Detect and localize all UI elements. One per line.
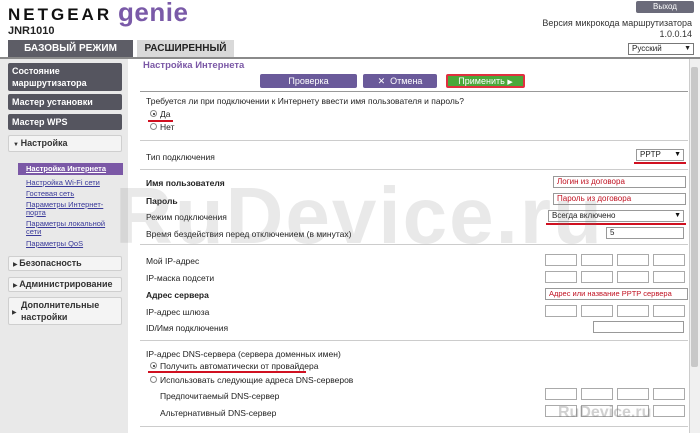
cancel-label: Отмена [390,76,423,86]
no-label: Нет [160,122,175,132]
ip-octet-input[interactable] [653,254,685,266]
server-address-input[interactable]: Адрес или название PPTP сервера [545,288,688,300]
subnet-octet-input[interactable] [617,271,649,283]
dns-auto-label: Получить автоматически от провайдера [160,361,319,371]
triangle-right-icon: ▶ [12,310,17,316]
sidebar-subitem-internet[interactable]: Настройка Интернета [18,163,123,175]
sidebar-item-status[interactable]: Состояние маршрутизатора [8,63,122,91]
radio-dns-manual[interactable] [150,376,157,383]
sidebar-item-administration[interactable]: ▶ Администрирование [8,277,122,292]
radio-no[interactable] [150,123,157,130]
sidebar-subitem-guest[interactable]: Гостевая сеть [26,190,74,198]
divider [140,340,688,341]
dns-secondary-octet-input[interactable] [653,405,685,417]
close-icon: ✕ [377,76,386,86]
sidebar-subitem-wifi[interactable]: Настройка Wi-Fi сети [26,179,100,187]
sidebar-item-label: Безопасность [19,258,82,268]
sidebar-item-wps-wizard[interactable]: Мастер WPS [8,114,122,130]
subnet-octet-input[interactable] [581,271,613,283]
sidebar-item-setup[interactable]: ▼ Настройка [8,135,122,152]
highlight-underline [148,371,306,373]
connection-type-value: PPTP [640,150,661,159]
subnet-octet-input[interactable] [653,271,685,283]
subnet-mask-label: IP-маска подсети [146,273,215,283]
dns-primary-octet-input[interactable] [545,388,577,400]
sidebar-item-label: Настройка [20,138,68,148]
chevron-down-icon: ▼ [674,151,681,158]
sidebar-item-security[interactable]: ▶ Безопасность [8,256,122,271]
connection-type-label: Тип подключения [146,152,215,162]
sidebar-item-additional[interactable]: ▶ Дополнительные настройки [8,297,122,325]
divider [140,140,688,141]
sidebar-item-label: Администрирование [19,279,113,289]
page-title: Настройка Интернета [143,60,245,71]
gateway-octet-input[interactable] [653,305,685,317]
apply-label: Применить [458,76,505,86]
connection-id-input[interactable] [593,321,684,333]
firmware-version: 1.0.0.14 [659,29,692,39]
gateway-octet-input[interactable] [545,305,577,317]
dns-title: IP-адрес DNS-сервера (сервера доменных и… [146,349,341,359]
dns-secondary-label: Альтернативный DNS-сервер [160,408,277,418]
dns-primary-octet-input[interactable] [581,388,613,400]
watermark: RuDevice.ru [115,171,604,260]
login-question: Требуется ли при подключении к Интернету… [146,96,465,106]
idle-timeout-input[interactable]: 5 [606,227,684,239]
yes-label: Да [160,109,171,119]
radio-dns-auto[interactable] [150,362,157,369]
router-model: JNR1010 [8,25,55,37]
test-button[interactable]: Проверка [260,74,357,88]
gateway-octet-input[interactable] [581,305,613,317]
tab-advanced-mode[interactable]: РАСШИРЕННЫЙ [137,40,234,57]
connection-id-label: ID/Имя подключения [146,323,229,333]
highlight-underline [634,162,686,164]
apply-button[interactable]: Применить ▶ [446,74,525,88]
dns-primary-octet-input[interactable] [617,388,649,400]
connection-type-select[interactable]: PPTP ▼ [636,149,684,161]
gateway-label: IP-адрес шлюза [146,307,210,317]
triangle-down-icon: ▼ [13,142,21,148]
dns-manual-label: Использовать следующие адреса DNS-сервер… [160,375,354,385]
sidebar-subitem-wan-port[interactable]: Параметры Интернет-порта [26,201,116,217]
sidebar-item-label: Дополнительные настройки [21,300,100,322]
test-label: Проверка [288,76,329,86]
sidebar-item-setup-wizard[interactable]: Мастер установки [8,94,122,110]
cancel-button[interactable]: ✕ Отмена [363,74,437,88]
scrollbar-thumb[interactable] [691,67,698,367]
firmware-label: Версия микрокода маршрутизатора [542,18,692,28]
gateway-octet-input[interactable] [617,305,649,317]
chevron-down-icon: ▼ [684,45,691,52]
subnet-octet-input[interactable] [545,271,577,283]
genie-logo: genie [118,0,189,27]
logout-button[interactable]: Выход [636,1,694,13]
arrow-right-icon: ▶ [507,79,513,86]
dns-primary-label: Предпочитаемый DNS-сервер [160,391,280,401]
server-address-label: Адрес сервера [146,290,209,300]
sidebar-subitem-lan[interactable]: Параметры локальной сети [26,220,116,236]
divider [140,91,688,92]
divider [140,426,688,427]
chevron-down-icon: ▼ [674,212,681,219]
language-select[interactable]: Русский ▼ [628,43,694,55]
tab-basic-mode[interactable]: БАЗОВЫЙ РЕЖИМ [8,40,133,57]
watermark-corner: RuDevice.ru [558,404,652,421]
language-value: Русский [632,44,662,53]
radio-yes[interactable] [150,110,157,117]
sidebar-subitem-qos[interactable]: Параметры QoS [26,240,83,248]
netgear-logo: NETGEAR [8,5,113,24]
ip-octet-input[interactable] [617,254,649,266]
dns-primary-octet-input[interactable] [653,388,685,400]
